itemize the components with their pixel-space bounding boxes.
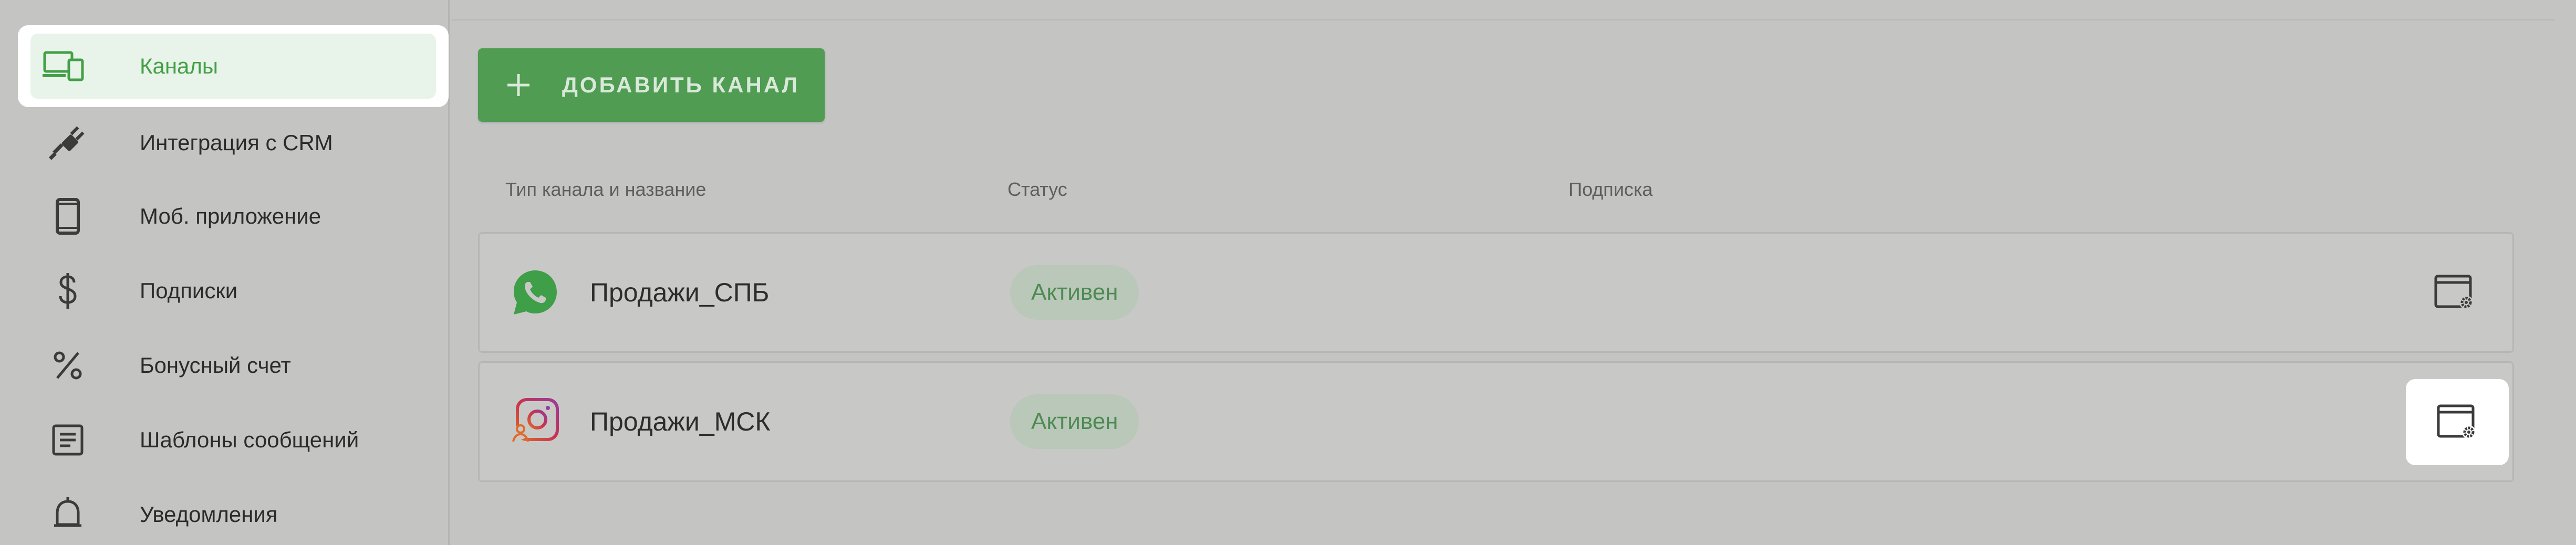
status-badge: Активен — [1010, 394, 1139, 449]
dollar-icon — [44, 267, 91, 315]
top-divider — [452, 19, 2555, 20]
document-icon — [44, 416, 91, 464]
window-settings-icon — [2434, 275, 2473, 309]
sidebar-item-notifications[interactable]: Уведомления — [18, 478, 440, 545]
add-channel-button[interactable]: ДОБАВИТЬ КАНАЛ — [478, 48, 825, 122]
percent-icon — [44, 342, 91, 389]
table-row[interactable]: Продажи_СПБ Активен — [478, 232, 2514, 353]
sidebar-item-highlight — [30, 34, 436, 99]
sidebar-item-label: Интеграция с CRM — [140, 130, 333, 155]
instagram-icon — [510, 396, 560, 447]
column-header-subscription[interactable]: Подписка — [1569, 179, 1653, 201]
channel-name: Продажи_МСК — [590, 407, 771, 436]
plug-icon — [44, 119, 91, 166]
devices-icon — [40, 43, 87, 90]
sidebar-item-mobile-app[interactable]: Моб. приложение — [18, 180, 440, 253]
sidebar-item-bonus[interactable]: Бонусный счет — [18, 329, 440, 402]
channel-settings-button[interactable] — [2433, 270, 2477, 315]
add-channel-label: ДОБАВИТЬ КАНАЛ — [562, 72, 800, 97]
sidebar-item-label: Моб. приложение — [140, 204, 321, 228]
sidebar-item-label: Подписки — [140, 278, 238, 303]
column-header-type-name[interactable]: Тип канала и название — [505, 179, 706, 201]
bell-icon — [44, 491, 91, 538]
status-badge: Активен — [1010, 265, 1139, 320]
sidebar-item-label: Каналы — [140, 54, 219, 78]
smartphone-icon — [44, 193, 91, 240]
column-header-status[interactable]: Статус — [1007, 179, 1067, 201]
sidebar: Каналы Интеграция с CRM Моб. приложение … — [0, 0, 450, 545]
channel-settings-button[interactable] — [2406, 379, 2509, 465]
sidebar-item-subscriptions[interactable]: Подписки — [18, 254, 440, 328]
app-frame: Каналы Интеграция с CRM Моб. приложение … — [0, 0, 2576, 545]
sidebar-item-label: Шаблоны сообщений — [140, 427, 359, 452]
sidebar-item-label: Уведомления — [140, 502, 278, 527]
sidebar-item-label: Бонусный счет — [140, 353, 291, 378]
sidebar-item-channels[interactable]: Каналы — [18, 25, 449, 107]
window-settings-icon — [2437, 404, 2476, 439]
whatsapp-icon — [510, 267, 560, 318]
plus-icon — [505, 72, 532, 98]
table-row[interactable]: Продажи_МСК Активен — [478, 361, 2514, 482]
sidebar-item-templates[interactable]: Шаблоны сообщений — [18, 403, 440, 477]
sidebar-item-crm[interactable]: Интеграция с CRM — [18, 106, 440, 180]
channel-name: Продажи_СПБ — [590, 278, 770, 307]
